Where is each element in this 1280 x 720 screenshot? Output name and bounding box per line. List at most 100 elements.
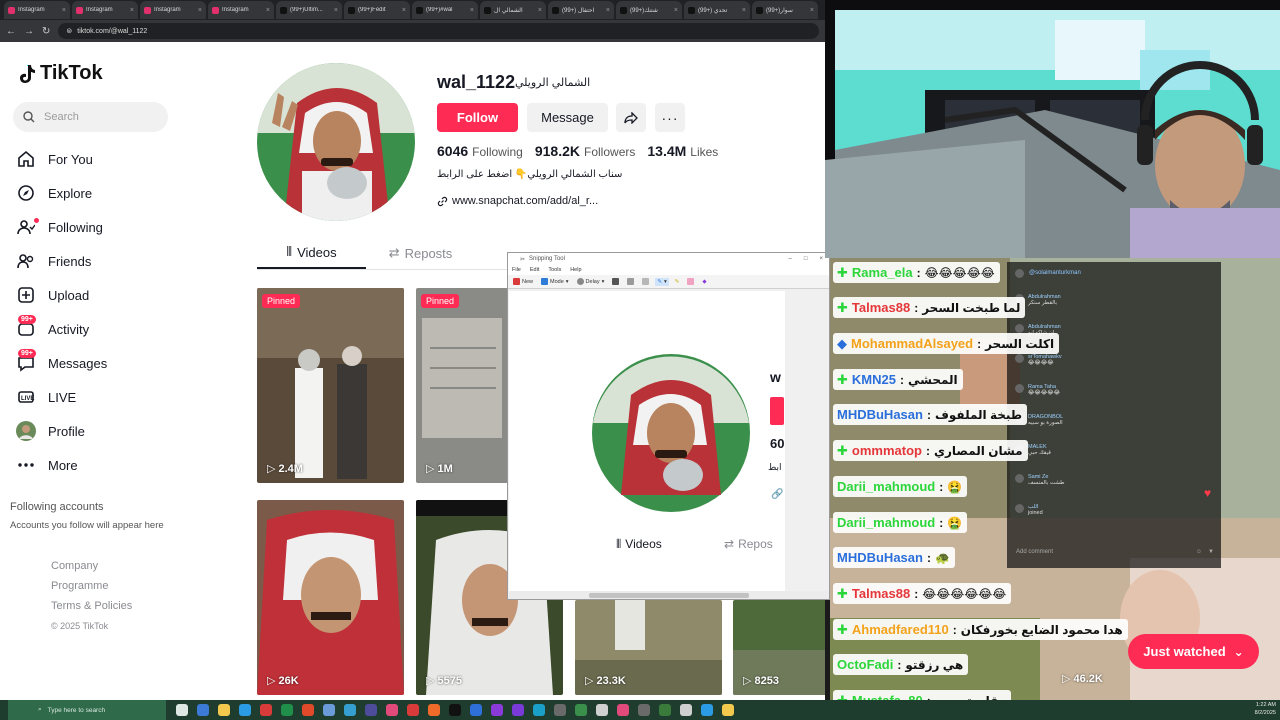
browser-tab[interactable]: (99+)سوار ×	[752, 1, 818, 19]
pen-button[interactable]: ✎ ▾	[655, 277, 669, 286]
sidebar-item-profile[interactable]: Profile	[16, 414, 216, 448]
taskbar-app-icon[interactable]	[323, 704, 335, 716]
video-thumbnail-2[interactable]: Pinned ▷ 1M	[416, 288, 508, 483]
add-comment-input[interactable]: Add comment ☺ ▼	[1014, 544, 1214, 560]
site-info-icon[interactable]: ⊜	[66, 27, 72, 35]
menu-edit[interactable]: Edit	[530, 267, 539, 273]
video-thumbnail-6[interactable]: ▷ 8253	[733, 600, 825, 695]
sidebar-item-activity[interactable]: 99+ Activity	[16, 312, 216, 346]
sidebar-item-messages[interactable]: 99+ Messages	[16, 346, 216, 380]
send-icon[interactable]: ▼	[1208, 549, 1214, 555]
taskbar-app-icon[interactable]	[659, 704, 671, 716]
profile-link[interactable]: www.snapchat.com/add/al_r...	[437, 195, 598, 207]
follow-button[interactable]: Follow	[437, 103, 518, 132]
copy-button[interactable]	[625, 277, 636, 286]
sidebar-item-for-you[interactable]: For You	[16, 142, 216, 176]
save-button[interactable]	[610, 277, 621, 286]
sidebar-item-explore[interactable]: Explore	[16, 176, 216, 210]
close-tab-icon[interactable]: ×	[742, 7, 746, 14]
taskbar-app-icon[interactable]	[239, 704, 251, 716]
sidebar-item-upload[interactable]: Upload	[16, 278, 216, 312]
close-icon[interactable]: ×	[819, 256, 823, 262]
taskbar-app-icon[interactable]	[428, 704, 440, 716]
video-thumbnail-3[interactable]: ▷ 26K	[257, 500, 404, 695]
eraser-button[interactable]	[685, 277, 696, 286]
close-tab-icon[interactable]: ×	[606, 7, 610, 14]
taskbar-app-icon[interactable]	[533, 704, 545, 716]
snipping-tool-titlebar[interactable]: ✂ Snipping Tool – □ ×	[508, 253, 829, 265]
stat-following[interactable]: 6046 Following	[437, 143, 523, 159]
taskbar-app-icon[interactable]	[386, 704, 398, 716]
browser-tab[interactable]: (99+) احتفال ×	[548, 1, 614, 19]
tab-reposts[interactable]: ⇄ Reposts	[366, 237, 475, 269]
browser-tab[interactable]: (99+)#wal ×	[412, 1, 478, 19]
paint3d-button[interactable]: ◆	[700, 278, 708, 286]
maximize-icon[interactable]: □	[804, 256, 808, 262]
taskbar-app-icon[interactable]	[617, 704, 629, 716]
browser-tab[interactable]: الشمالي ال ×	[480, 1, 546, 19]
footer-link-programme[interactable]: Programme	[51, 576, 132, 596]
taskbar-app-icon[interactable]	[638, 704, 650, 716]
message-button[interactable]: Message	[527, 103, 608, 132]
browser-tab[interactable]: Instagram ×	[140, 1, 206, 19]
forward-arrow-icon[interactable]: →	[24, 26, 34, 37]
emoji-icon[interactable]: ☺	[1196, 549, 1202, 555]
close-tab-icon[interactable]: ×	[198, 7, 202, 14]
sidebar-item-more[interactable]: More	[16, 448, 216, 482]
tiktok-logo[interactable]: TikTok	[18, 62, 103, 85]
share-button[interactable]	[616, 103, 646, 132]
taskbar-app-icon[interactable]	[407, 704, 419, 716]
taskbar-app-icon[interactable]	[701, 704, 713, 716]
close-tab-icon[interactable]: ×	[130, 7, 134, 14]
menu-tools[interactable]: Tools	[548, 267, 561, 273]
send-button[interactable]	[640, 277, 651, 286]
menu-help[interactable]: Help	[570, 267, 581, 273]
url-field[interactable]: ⊜ tiktok.com/@wal_1122	[58, 23, 819, 39]
close-tab-icon[interactable]: ×	[334, 7, 338, 14]
taskbar-app-icon[interactable]	[575, 704, 587, 716]
menu-file[interactable]: File	[512, 267, 521, 273]
browser-tab[interactable]: (99+)Fedit ×	[344, 1, 410, 19]
browser-tab[interactable]: Instagram ×	[72, 1, 138, 19]
snip-horizontal-scrollbar[interactable]	[509, 591, 829, 599]
sidebar-item-following[interactable]: Following	[16, 210, 216, 244]
close-tab-icon[interactable]: ×	[62, 7, 66, 14]
taskbar-search[interactable]: ⌕ Type here to search	[8, 700, 166, 720]
taskbar-app-icon[interactable]	[365, 704, 377, 716]
taskbar-app-icon[interactable]	[512, 704, 524, 716]
tab-videos[interactable]: ⦀ Videos	[257, 237, 366, 269]
taskbar-app-icon[interactable]	[449, 704, 461, 716]
taskbar-app-icon[interactable]	[722, 704, 734, 716]
close-tab-icon[interactable]: ×	[674, 7, 678, 14]
mode-button[interactable]: Mode ▾	[539, 277, 571, 286]
close-tab-icon[interactable]: ×	[266, 7, 270, 14]
taskbar-app-icon[interactable]	[302, 704, 314, 716]
new-snip-button[interactable]: New	[511, 277, 535, 286]
taskbar-app-icon[interactable]	[197, 704, 209, 716]
highlighter-button[interactable]: ✎	[673, 278, 682, 286]
browser-tab[interactable]: (99+)شتنك ×	[616, 1, 682, 19]
footer-link-company[interactable]: Company	[51, 556, 132, 576]
taskbar-app-icon[interactable]	[281, 704, 293, 716]
minimize-icon[interactable]: –	[789, 256, 792, 262]
taskbar-app-icon[interactable]	[176, 704, 188, 716]
taskbar-app-icon[interactable]	[554, 704, 566, 716]
browser-tab[interactable]: Instagram ×	[4, 1, 70, 19]
taskbar-clock[interactable]: 1:22 AM 8/2/2025	[1255, 701, 1276, 717]
taskbar-app-icon[interactable]	[260, 704, 272, 716]
search-input[interactable]: Search	[13, 102, 168, 132]
just-watched-button[interactable]: Just watched ⌄	[1128, 634, 1259, 669]
browser-tab[interactable]: (99+) تحدي ×	[684, 1, 750, 19]
sidebar-item-friends[interactable]: Friends	[16, 244, 216, 278]
reload-icon[interactable]: ↻	[42, 26, 50, 37]
heart-icon[interactable]: ♥	[1204, 486, 1211, 500]
close-tab-icon[interactable]: ×	[470, 7, 474, 14]
close-tab-icon[interactable]: ×	[538, 7, 542, 14]
snipping-tool-window[interactable]: ✂ Snipping Tool – □ × File Edit Tools He…	[507, 252, 830, 600]
scrollbar-thumb[interactable]	[589, 593, 749, 598]
delay-button[interactable]: Delay ▾	[575, 277, 607, 286]
taskbar-app-icon[interactable]	[680, 704, 692, 716]
browser-tab[interactable]: (99+)Ultim... ×	[276, 1, 342, 19]
footer-link-terms[interactable]: Terms & Policies	[51, 596, 132, 616]
video-thumbnail-5[interactable]: ▷ 23.3K	[575, 600, 722, 695]
